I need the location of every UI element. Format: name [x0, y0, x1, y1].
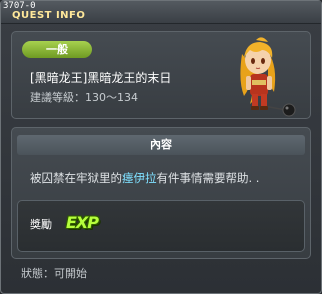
- quest-detail-panel: 內容 被囚禁在牢狱里的瘗伊拉有件事情需要帮助. . 獎勵 EXP: [11, 127, 311, 259]
- quest-status: 狀態：可開始: [21, 267, 87, 281]
- quest-name: [黑暗龙王]黑暗龙王的末日: [30, 71, 172, 85]
- description-text-after: 有件事情需要帮助. .: [156, 171, 260, 185]
- status-label: 狀態：: [21, 267, 54, 280]
- quest-info-window: 3707-0 QUEST INFO 一般 [黑暗龙王]黑暗龙王的末日 建議等級：…: [0, 0, 322, 294]
- description-text-before: 被囚禁在牢狱里的: [30, 171, 122, 185]
- recommended-level: 建議等級：130～134: [30, 91, 138, 105]
- status-value: 可開始: [54, 267, 87, 280]
- content-header: 內容: [17, 135, 305, 155]
- reward-label: 獎勵: [30, 218, 52, 231]
- level-range: 130～134: [85, 91, 138, 104]
- level-label: 建議等級：: [30, 91, 85, 104]
- npc-name-highlight: 瘗伊拉: [122, 171, 157, 185]
- quest-category-badge: 一般: [22, 41, 92, 58]
- reward-box: 獎勵 EXP: [17, 200, 305, 252]
- quest-description: 被囚禁在牢狱里的瘗伊拉有件事情需要帮助. .: [30, 171, 259, 185]
- window-title: QUEST INFO: [12, 10, 86, 21]
- quest-summary-panel: 一般 [黑暗龙王]黑暗龙王的末日 建議等級：130～134: [11, 31, 311, 119]
- npc-portrait-icon: [240, 37, 296, 117]
- exp-icon: EXP: [66, 213, 99, 232]
- title-bar[interactable]: 3707-0 QUEST INFO: [1, 1, 321, 24]
